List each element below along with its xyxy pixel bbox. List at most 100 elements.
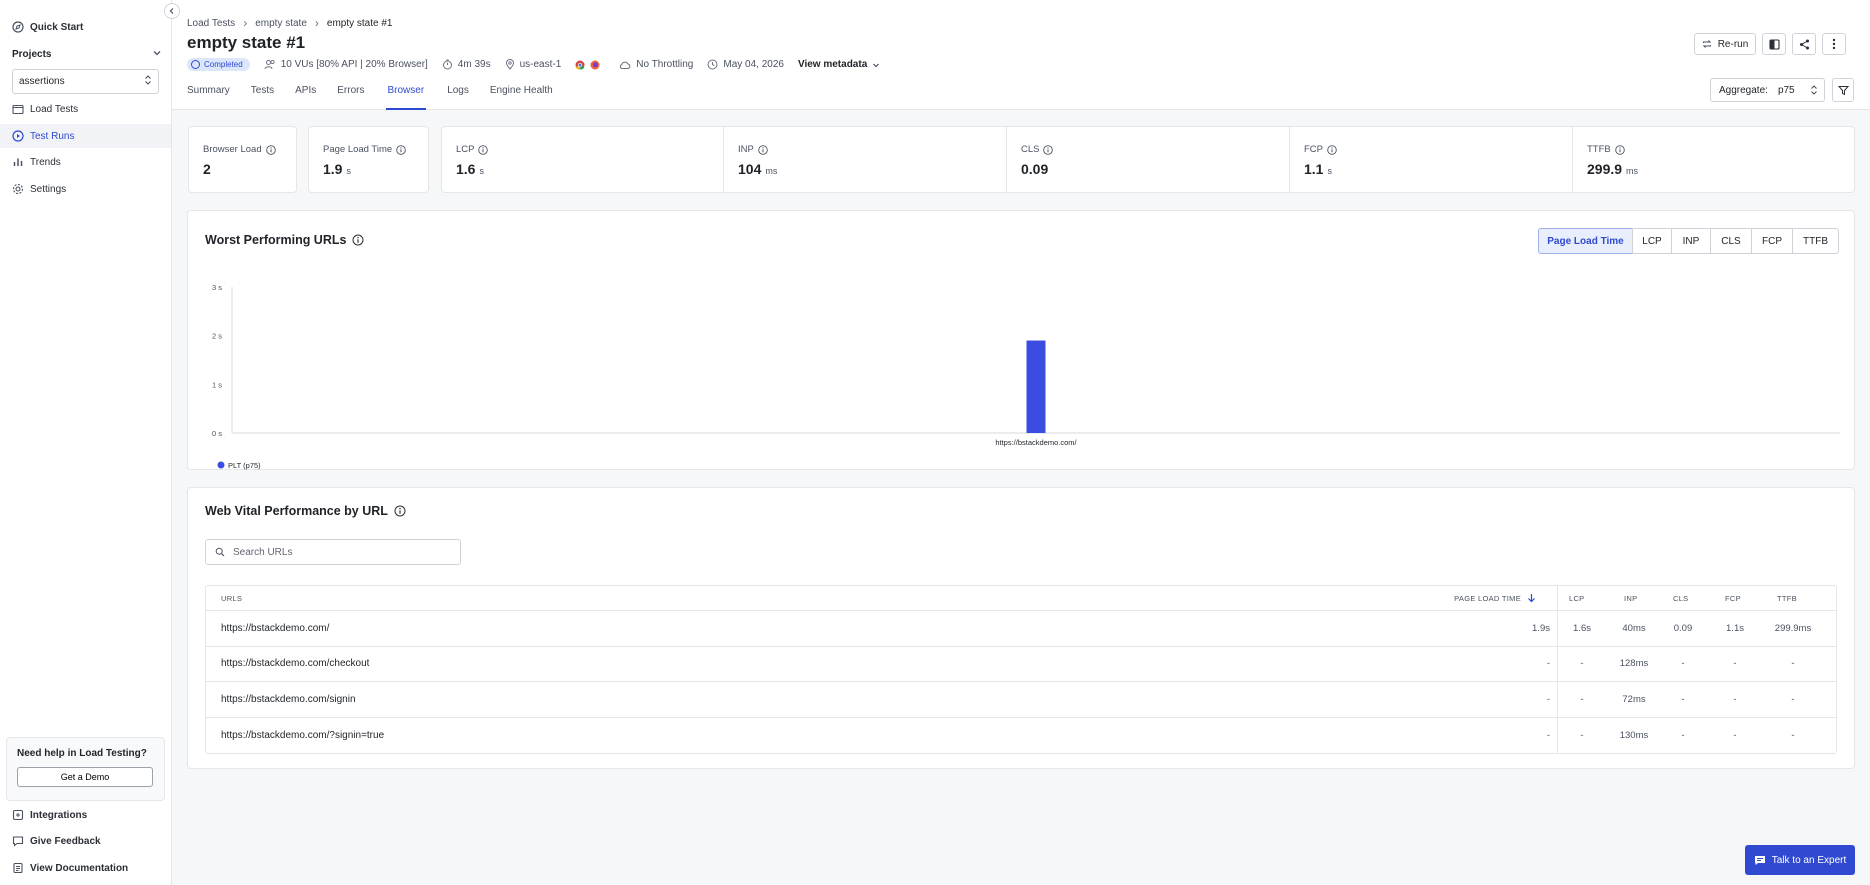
- ttfb-cell: -: [1791, 658, 1795, 670]
- metric-value: 299.9 ms: [1587, 161, 1638, 177]
- share-button[interactable]: [1792, 33, 1816, 55]
- metric: Page Load Time 1.9 s: [309, 127, 406, 192]
- projects-header[interactable]: Projects: [12, 48, 162, 61]
- search-urls-input[interactable]: [233, 546, 453, 558]
- panel-title: Web Vital Performance by URL: [205, 504, 406, 518]
- vus-info: 10 VUs [80% API | 20% Browser]: [264, 59, 428, 70]
- table-row[interactable]: https://bstackdemo.com/signin - -72ms - - -: [206, 682, 1836, 718]
- status-icon: [191, 60, 200, 69]
- tab-summary[interactable]: Summary: [187, 84, 230, 110]
- repeat-icon: [1702, 39, 1712, 49]
- url-cell[interactable]: https://bstackdemo.com/: [221, 611, 329, 646]
- tab-bar: Summary Tests APIs Errors Browser Logs E…: [187, 84, 574, 110]
- y-tick-label: 3 s: [212, 283, 222, 292]
- column-header-ttfb[interactable]: TTFB: [1777, 586, 1797, 610]
- metric-number: 299.9: [1587, 161, 1623, 177]
- info-icon[interactable]: [1043, 144, 1054, 155]
- integrations-icon: [12, 809, 24, 821]
- column-header-page-load-time[interactable]: PAGE LOAD TIME: [1454, 586, 1536, 610]
- help-card-title: Need help in Load Testing?: [17, 748, 147, 759]
- metric-unit: s: [346, 166, 351, 176]
- chevron-right-icon: ›: [243, 16, 248, 30]
- breadcrumb-current: empty state #1: [326, 17, 393, 29]
- plt-bar-chart: 0 s 1 s 2 s 3 s https://bstackdemo.com/PLT (…: [212, 283, 1840, 470]
- region-text: us-east-1: [519, 59, 562, 70]
- sidebar-item-quick-start[interactable]: Quick Start: [0, 15, 171, 39]
- segment-lcp[interactable]: LCP: [1632, 228, 1672, 254]
- filter-button[interactable]: [1832, 78, 1854, 102]
- segment-page-load-time[interactable]: Page Load Time: [1538, 228, 1633, 254]
- x-tick-label: https://bstackdemo.com/: [995, 438, 1077, 447]
- view-metadata-dropdown[interactable]: View metadata: [798, 59, 880, 70]
- collapse-sidebar-button[interactable]: [164, 3, 180, 19]
- metric-label-row: INP: [738, 144, 777, 155]
- metric-label: Browser Load: [203, 144, 262, 155]
- metric-number: 104: [738, 161, 762, 177]
- info-icon[interactable]: [478, 144, 489, 155]
- table-row[interactable]: https://bstackdemo.com/checkout - -128ms - -…: [206, 647, 1836, 682]
- aggregate-select[interactable]: Aggregate: p75: [1710, 78, 1825, 102]
- url-cell[interactable]: https://bstackdemo.com/checkout: [221, 647, 369, 682]
- help-card: Need help in Load Testing? Get a Demo: [6, 737, 165, 801]
- sidebar-item-test-runs[interactable]: Test Runs: [0, 124, 171, 148]
- table-row[interactable]: https://bstackdemo.com/1.9s 1.6s 40ms 0.09 1…: [206, 611, 1836, 647]
- metric-card-browser-load: Browser Load 2: [188, 126, 297, 193]
- bar: [1026, 340, 1046, 433]
- sidebar-item-load-tests[interactable]: Load Tests: [0, 97, 171, 121]
- info-icon[interactable]: [1614, 144, 1625, 155]
- compare-button[interactable]: [1762, 33, 1786, 55]
- tab-apis[interactable]: APIs: [295, 84, 316, 110]
- column-header-cls[interactable]: CLS: [1673, 586, 1689, 610]
- info-icon[interactable]: [394, 505, 406, 517]
- sidebar-item-give-feedback[interactable]: Give Feedback: [0, 829, 171, 853]
- segment-ttfb[interactable]: TTFB: [1792, 228, 1839, 254]
- table-row[interactable]: https://bstackdemo.com/?signin=true - -130…: [206, 718, 1836, 754]
- sidebar-item-label: Test Runs: [30, 130, 75, 142]
- url-cell[interactable]: https://bstackdemo.com/signin: [221, 682, 356, 717]
- date-info: May 04, 2026: [707, 59, 784, 70]
- segment-fcp[interactable]: FCP: [1751, 228, 1793, 254]
- info-icon[interactable]: [758, 144, 768, 155]
- breadcrumb-item[interactable]: Load Tests: [187, 18, 235, 29]
- web-vitals-table: URLS PAGE LOAD TIME LCP INP CLS FCP TTFB…: [205, 585, 1837, 754]
- sidebar-item-view-documentation[interactable]: View Documentation: [0, 856, 171, 880]
- breadcrumb-item[interactable]: empty state: [255, 18, 307, 29]
- search-urls-field[interactable]: [205, 539, 461, 565]
- info-icon[interactable]: [396, 144, 406, 155]
- url-cell[interactable]: https://bstackdemo.com/?signin=true: [221, 718, 384, 754]
- column-header-inp[interactable]: INP: [1624, 586, 1637, 610]
- talk-to-expert-button[interactable]: Talk to an Expert: [1745, 845, 1855, 875]
- column-header-lcp[interactable]: LCP: [1569, 586, 1585, 610]
- column-header-fcp[interactable]: FCP: [1725, 586, 1741, 610]
- sidebar-item-integrations[interactable]: Integrations: [0, 803, 171, 827]
- tab-errors[interactable]: Errors: [337, 84, 364, 110]
- updown-icon: [144, 74, 152, 89]
- column-header-urls[interactable]: URLS: [221, 586, 242, 610]
- tab-browser[interactable]: Browser: [385, 84, 427, 110]
- run-meta: Completed 10 VUs [80% API | 20% Browser]…: [187, 58, 880, 71]
- metric-label: CLS: [1021, 144, 1040, 155]
- sidebar-item-settings[interactable]: Settings: [0, 177, 171, 201]
- get-a-demo-button[interactable]: Get a Demo: [17, 767, 153, 787]
- chevron-down-icon: [152, 48, 162, 61]
- segment-inp[interactable]: INP: [1671, 228, 1711, 254]
- rerun-button[interactable]: Re-run: [1694, 33, 1756, 55]
- info-icon[interactable]: [1327, 144, 1337, 155]
- tab-engine-health[interactable]: Engine Health: [490, 84, 553, 110]
- info-icon[interactable]: [265, 144, 276, 155]
- worst-performing-urls-panel: Worst Performing URLs Page Load Time LCP…: [187, 210, 1855, 470]
- project-select[interactable]: assertions: [12, 69, 159, 94]
- users-icon: [264, 59, 276, 70]
- segment-cls[interactable]: CLS: [1710, 228, 1752, 254]
- clock-icon: [707, 59, 718, 70]
- sidebar-item-trends[interactable]: Trends: [0, 150, 171, 174]
- tab-tests[interactable]: Tests: [251, 84, 274, 110]
- info-icon[interactable]: [352, 234, 364, 246]
- y-tick-label: 2 s: [212, 332, 222, 341]
- tab-logs[interactable]: Logs: [447, 84, 469, 110]
- projects-label: Projects: [12, 49, 52, 60]
- table-header-row: URLS PAGE LOAD TIME LCP INP CLS FCP TTFB: [206, 586, 1836, 611]
- more-options-button[interactable]: [1822, 33, 1846, 55]
- metric-label: TTFB: [1587, 144, 1611, 155]
- sidebar-item-label: Integrations: [30, 809, 88, 821]
